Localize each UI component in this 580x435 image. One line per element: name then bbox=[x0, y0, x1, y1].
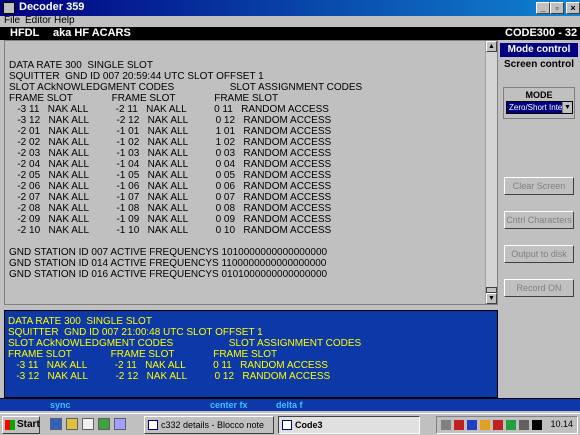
upper-text-line: DATA RATE 300 SINGLE SLOT bbox=[9, 60, 153, 71]
notepad-icon[interactable] bbox=[82, 418, 94, 430]
code3-task-icon bbox=[282, 420, 292, 430]
live-text: DATA RATE 300 SINGLE SLOT SQUITTER GND ID… bbox=[8, 316, 361, 382]
windows-logo-icon bbox=[5, 420, 15, 430]
lower-text-line: SQUITTER GND ID 007 21:00:48 UTC SLOT OF… bbox=[8, 327, 263, 338]
record-on-button[interactable]: Record ON bbox=[504, 279, 574, 297]
outlook-icon[interactable] bbox=[66, 418, 78, 430]
control-panel: Mode control Screen control MODE Zero/Sh… bbox=[500, 40, 580, 398]
upper-text-line: -3 12 NAK ALL -2 12 NAK ALL 0 12 RANDOM … bbox=[9, 115, 332, 126]
upper-text-line: SLOT ACkNOWLEDGMENT CODES SLOT ASSIGNMEN… bbox=[9, 82, 363, 93]
menu-help[interactable]: Help bbox=[54, 15, 75, 26]
mode-control-tab[interactable]: Mode control bbox=[500, 43, 578, 57]
menu-bar: File Editor Help bbox=[0, 15, 580, 27]
upper-text-line: -2 01 NAK ALL -1 01 NAK ALL 1 01 RANDOM … bbox=[9, 126, 332, 137]
center-fx-indicator: center fx bbox=[210, 400, 248, 410]
mode-select[interactable]: Zero/Short Inte ▼ bbox=[506, 101, 573, 114]
task-notepad[interactable]: c332 details - Blocco note bbox=[144, 416, 274, 434]
screen-control-tab[interactable]: Screen control bbox=[500, 58, 578, 72]
lower-text-line: SLOT ACkNOWLEDGMENT CODES SLOT ASSIGNMEN… bbox=[8, 338, 362, 349]
task-code3[interactable]: Code3 bbox=[278, 416, 420, 434]
upper-text-line: -2 06 NAK ALL -1 06 NAK ALL 0 06 RANDOM … bbox=[9, 181, 332, 192]
task-code3-label: Code3 bbox=[295, 420, 323, 430]
taskbar: Start c332 details - Blocco note Code3 1… bbox=[0, 413, 580, 435]
upper-text-line: -2 08 NAK ALL -1 08 NAK ALL 0 08 RANDOM … bbox=[9, 203, 332, 214]
mode-group: MODE Zero/Short Inte ▼ bbox=[503, 87, 575, 119]
app-icon[interactable] bbox=[3, 2, 15, 14]
status-bar: sync center fx delta f bbox=[0, 398, 580, 411]
menu-file[interactable]: File bbox=[4, 15, 20, 26]
upper-text-line: SQUITTER GND ID 007 20:59:44 UTC SLOT OF… bbox=[9, 71, 264, 82]
mode-name: HFDL bbox=[10, 27, 40, 39]
lower-text-line: FRAME SLOT FRAME SLOT FRAME SLOT bbox=[8, 349, 278, 360]
upper-text-line: FRAME SLOT FRAME SLOT FRAME SLOT bbox=[9, 93, 279, 104]
clear-screen-button[interactable]: Clear Screen bbox=[504, 177, 574, 195]
upper-text-line: -3 11 NAK ALL -2 11 NAK ALL 0 11 RANDOM … bbox=[9, 104, 329, 115]
decoded-output-panel[interactable]: DATA RATE 300 SINGLE SLOT SQUITTER GND ID… bbox=[4, 40, 498, 305]
lower-text-line: -3 11 NAK ALL -2 11 NAK ALL 0 11 RANDOM … bbox=[8, 360, 328, 371]
tray-network-icon[interactable] bbox=[441, 420, 451, 430]
output-to-disk-button[interactable]: Output to disk bbox=[504, 245, 574, 263]
channel-icon[interactable] bbox=[114, 418, 126, 430]
internet-explorer-icon[interactable] bbox=[50, 418, 62, 430]
lower-text-line: DATA RATE 300 SINGLE SLOT bbox=[8, 316, 152, 327]
minimize-icon[interactable]: _ bbox=[536, 2, 550, 14]
mode-label: MODE bbox=[525, 90, 553, 100]
delta-f-indicator: delta f bbox=[276, 400, 303, 410]
task-notepad-label: c332 details - Blocco note bbox=[161, 420, 265, 430]
maximize-icon[interactable]: ▫ bbox=[550, 2, 564, 14]
close-icon[interactable]: × bbox=[566, 2, 580, 14]
upper-text-line: -2 10 NAK ALL -1 10 NAK ALL 0 10 RANDOM … bbox=[9, 225, 332, 236]
upper-text-line: -2 05 NAK ALL -1 05 NAK ALL 0 05 RANDOM … bbox=[9, 170, 332, 181]
tray-antivirus-icon[interactable] bbox=[454, 420, 464, 430]
tray-monitor-icon[interactable] bbox=[467, 420, 477, 430]
upper-text-line: -2 03 NAK ALL -1 03 NAK ALL 0 03 RANDOM … bbox=[9, 148, 332, 159]
upper-text-line: GND STATION ID 014 ACTIVE FREQUENCYS 110… bbox=[9, 258, 327, 269]
notepad-task-icon bbox=[148, 420, 158, 430]
vertical-scrollbar[interactable]: ▲ ▼ bbox=[485, 41, 497, 304]
scroll-down-icon[interactable]: ▼ bbox=[486, 293, 497, 304]
start-button[interactable]: Start bbox=[2, 416, 40, 434]
cntrl-characters-button[interactable]: Cntrl Characters bbox=[504, 211, 574, 229]
mode-description: aka HF ACARS bbox=[53, 27, 131, 39]
tray-app-icon[interactable] bbox=[493, 420, 503, 430]
tray-language-icon[interactable] bbox=[532, 420, 542, 430]
system-tray: 10.14 bbox=[436, 416, 578, 434]
chevron-down-icon[interactable]: ▼ bbox=[562, 102, 572, 113]
menu-editor[interactable]: Editor bbox=[25, 15, 51, 26]
live-output-panel[interactable]: DATA RATE 300 SINGLE SLOT SQUITTER GND ID… bbox=[4, 310, 498, 398]
decoded-text: DATA RATE 300 SINGLE SLOT SQUITTER GND ID… bbox=[9, 60, 362, 280]
code-indicator: CODE300 - 32 bbox=[505, 27, 578, 39]
upper-text-line: -2 09 NAK ALL -1 09 NAK ALL 0 09 RANDOM … bbox=[9, 214, 332, 225]
upper-text-line: -2 07 NAK ALL -1 07 NAK ALL 0 07 RANDOM … bbox=[9, 192, 332, 203]
upper-text-line: -2 04 NAK ALL -1 04 NAK ALL 0 04 RANDOM … bbox=[9, 159, 332, 170]
tray-speaker-icon[interactable] bbox=[519, 420, 529, 430]
desktop-icon[interactable] bbox=[98, 418, 110, 430]
scroll-up-icon[interactable]: ▲ bbox=[486, 41, 497, 52]
clock: 10.14 bbox=[550, 419, 573, 429]
tray-scheduler-icon[interactable] bbox=[480, 420, 490, 430]
tray-update-icon[interactable] bbox=[506, 420, 516, 430]
sync-indicator: sync bbox=[50, 400, 71, 410]
window-title: Decoder 359 bbox=[19, 1, 85, 13]
lower-text-line: -3 12 NAK ALL -2 12 NAK ALL 0 12 RANDOM … bbox=[8, 371, 331, 382]
mode-select-value: Zero/Short Inte bbox=[509, 103, 563, 112]
upper-text-line bbox=[9, 236, 362, 247]
mode-bar: HFDL aka HF ACARS CODE300 - 32 bbox=[0, 27, 580, 40]
upper-text-line: -2 02 NAK ALL -1 02 NAK ALL 1 02 RANDOM … bbox=[9, 137, 332, 148]
start-label: Start bbox=[17, 419, 40, 430]
upper-text-line: GND STATION ID 016 ACTIVE FREQUENCYS 010… bbox=[9, 269, 328, 280]
upper-text-line: GND STATION ID 007 ACTIVE FREQUENCYS 101… bbox=[9, 247, 328, 258]
window-titlebar[interactable]: Decoder 359 _ ▫ × bbox=[0, 0, 580, 16]
